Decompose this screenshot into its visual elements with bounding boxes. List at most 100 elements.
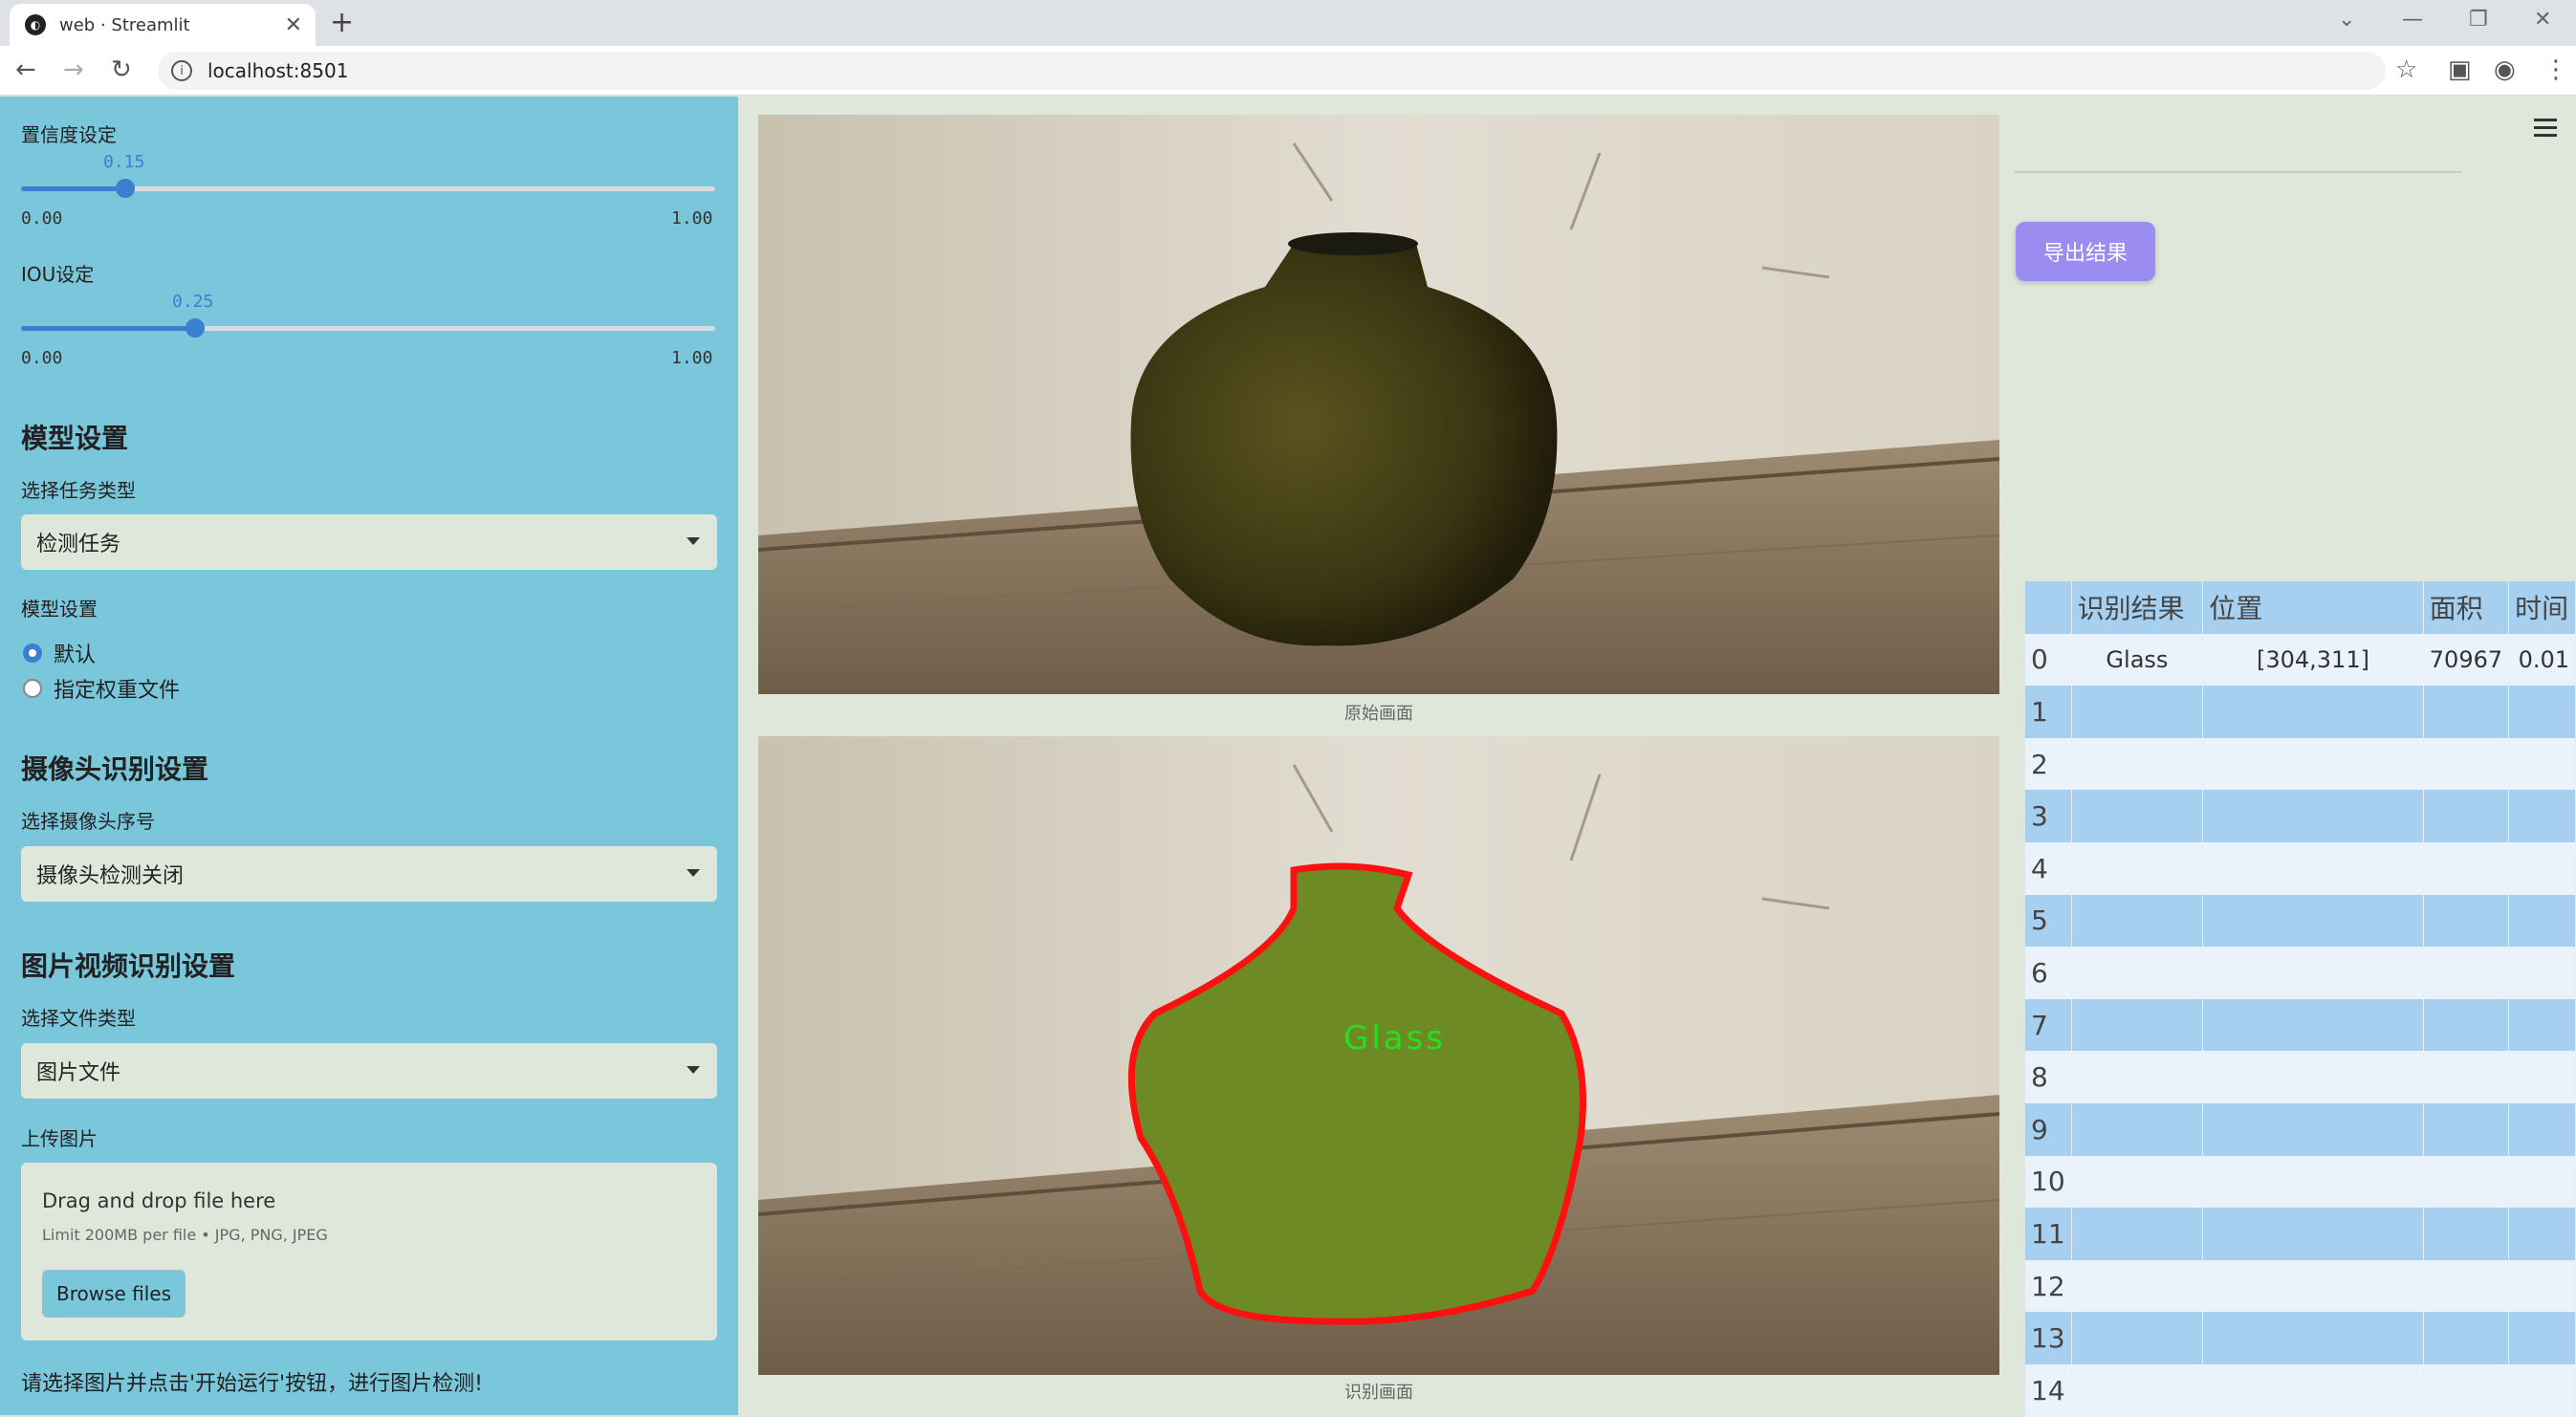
column-header-index bbox=[2025, 581, 2072, 634]
table-row[interactable]: 10 bbox=[2025, 1155, 2576, 1209]
radio-custom-weights[interactable]: 指定权重文件 bbox=[23, 673, 180, 704]
file-dropzone[interactable]: Drag and drop file here Limit 200MB per … bbox=[21, 1163, 717, 1341]
cell-position bbox=[2202, 1312, 2424, 1364]
cell-time bbox=[2508, 1363, 2576, 1417]
cell-area bbox=[2423, 998, 2510, 1052]
table-row[interactable]: 1 bbox=[2025, 686, 2576, 738]
table-row[interactable]: 8 bbox=[2025, 1051, 2576, 1103]
task-type-select[interactable]: 检测任务 bbox=[21, 514, 717, 570]
table-row[interactable]: 11 bbox=[2025, 1208, 2576, 1260]
cell-result bbox=[2071, 1312, 2204, 1364]
table-row[interactable]: 9 bbox=[2025, 1102, 2576, 1156]
cell-area bbox=[2423, 1102, 2510, 1156]
forward-icon[interactable]: → bbox=[63, 55, 84, 84]
address-bar-row: ← → ↻ i localhost:8501 ☆ ▣ ◉ ⋮ bbox=[0, 46, 2576, 96]
cell-result: Glass bbox=[2071, 633, 2204, 687]
hamburger-menu-icon[interactable] bbox=[2534, 119, 2557, 142]
confidence-slider-thumb[interactable] bbox=[115, 179, 135, 198]
side-panel-icon[interactable]: ▣ bbox=[2448, 55, 2472, 84]
cell-index: 6 bbox=[2025, 947, 2072, 999]
cell-result bbox=[2071, 1051, 2204, 1103]
cell-area bbox=[2423, 894, 2510, 948]
camera-index-value: 摄像头检测关闭 bbox=[36, 864, 185, 888]
column-header-area[interactable]: 面积 bbox=[2423, 581, 2510, 634]
cell-time bbox=[2508, 1312, 2576, 1364]
model-settings-heading: 模型设置 bbox=[21, 423, 129, 454]
cell-position bbox=[2202, 790, 2424, 842]
iou-max: 1.00 bbox=[671, 348, 713, 368]
export-results-button[interactable]: 导出结果 bbox=[2016, 222, 2155, 281]
result-caption: 识别画面 bbox=[1344, 1383, 1413, 1403]
cell-result bbox=[2071, 841, 2204, 895]
table-row[interactable]: 7 bbox=[2025, 998, 2576, 1052]
cell-position bbox=[2202, 841, 2424, 895]
tab-list-chevron-icon[interactable]: ⌄ bbox=[2338, 8, 2355, 32]
original-image bbox=[758, 115, 1999, 694]
profile-avatar-icon[interactable]: ◉ bbox=[2494, 55, 2516, 84]
task-type-value: 检测任务 bbox=[36, 533, 121, 556]
cell-index: 2 bbox=[2025, 737, 2072, 791]
browser-tab[interactable]: ◐ web · Streamlit ✕ bbox=[10, 4, 316, 46]
column-header-time[interactable]: 时间 bbox=[2508, 581, 2576, 634]
table-row[interactable]: 3 bbox=[2025, 790, 2576, 842]
confidence-slider[interactable] bbox=[21, 179, 715, 198]
cell-area bbox=[2423, 841, 2510, 895]
reload-icon[interactable]: ↻ bbox=[111, 55, 132, 84]
radio-default[interactable]: 默认 bbox=[23, 638, 96, 668]
cell-time bbox=[2508, 1102, 2576, 1156]
file-type-select[interactable]: 图片文件 bbox=[21, 1043, 717, 1099]
cell-time bbox=[2508, 1051, 2576, 1103]
tab-close-icon[interactable]: ✕ bbox=[285, 13, 302, 37]
table-row[interactable]: 0 Glass [304,311] 70967 0.01 bbox=[2025, 633, 2576, 687]
column-header-result[interactable]: 识别结果 bbox=[2071, 581, 2204, 634]
table-row[interactable]: 5 bbox=[2025, 894, 2576, 948]
detection-label: Glass bbox=[1343, 1019, 1446, 1057]
dropzone-limit: Limit 200MB per file • JPG, PNG, JPEG bbox=[42, 1226, 328, 1244]
cell-time bbox=[2508, 686, 2576, 738]
radio-selected-icon bbox=[23, 643, 42, 663]
window-close-icon[interactable]: ✕ bbox=[2534, 8, 2551, 32]
cell-area bbox=[2423, 1259, 2510, 1313]
cell-result bbox=[2071, 1102, 2204, 1156]
cell-position bbox=[2202, 737, 2424, 791]
cell-area bbox=[2423, 1208, 2510, 1260]
camera-settings-heading: 摄像头识别设置 bbox=[21, 753, 209, 785]
iou-slider[interactable] bbox=[21, 318, 715, 338]
browse-files-button[interactable]: Browse files bbox=[42, 1270, 186, 1318]
table-row[interactable]: 13 bbox=[2025, 1312, 2576, 1364]
table-row[interactable]: 12 bbox=[2025, 1259, 2576, 1313]
radio-default-label: 默认 bbox=[54, 643, 97, 667]
cell-position bbox=[2202, 1051, 2424, 1103]
model-setting-label: 模型设置 bbox=[21, 598, 98, 621]
camera-index-select[interactable]: 摄像头检测关闭 bbox=[21, 846, 717, 902]
cell-time bbox=[2508, 1208, 2576, 1260]
chevron-down-icon bbox=[687, 1066, 700, 1074]
chevron-down-icon bbox=[687, 869, 700, 877]
cell-time bbox=[2508, 998, 2576, 1052]
back-icon[interactable]: ← bbox=[15, 55, 36, 84]
new-tab-icon[interactable]: + bbox=[330, 6, 354, 39]
chevron-down-icon bbox=[687, 537, 700, 545]
iou-slider-thumb[interactable] bbox=[185, 318, 205, 338]
table-row[interactable]: 4 bbox=[2025, 841, 2576, 895]
original-caption: 原始画面 bbox=[1344, 704, 1413, 724]
table-row[interactable]: 14 bbox=[2025, 1363, 2576, 1417]
browser-menu-icon[interactable]: ⋮ bbox=[2543, 55, 2568, 84]
cell-result bbox=[2071, 998, 2204, 1052]
iou-min: 0.00 bbox=[21, 348, 63, 368]
cell-index: 1 bbox=[2025, 686, 2072, 738]
cell-area bbox=[2423, 1051, 2510, 1103]
table-row[interactable]: 6 bbox=[2025, 947, 2576, 999]
cell-area bbox=[2423, 686, 2510, 738]
address-field[interactable]: i localhost:8501 bbox=[158, 52, 2386, 90]
cell-index: 7 bbox=[2025, 998, 2072, 1052]
site-info-icon[interactable]: i bbox=[171, 60, 192, 81]
table-row[interactable]: 2 bbox=[2025, 737, 2576, 791]
column-header-position[interactable]: 位置 bbox=[2202, 581, 2424, 634]
result-image: Glass bbox=[758, 736, 1999, 1375]
streamlit-favicon-icon: ◐ bbox=[25, 14, 46, 35]
restore-icon[interactable]: ❐ bbox=[2469, 8, 2488, 32]
bookmark-star-icon[interactable]: ☆ bbox=[2395, 55, 2417, 84]
minimize-icon[interactable]: — bbox=[2402, 8, 2423, 32]
cell-index: 4 bbox=[2025, 841, 2072, 895]
